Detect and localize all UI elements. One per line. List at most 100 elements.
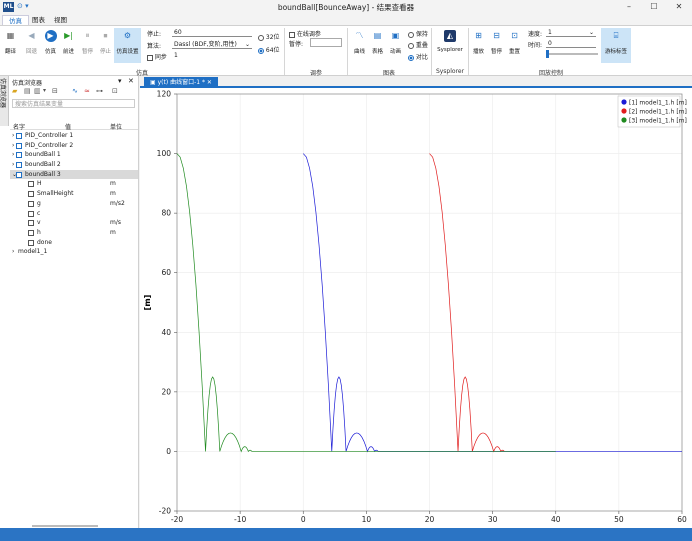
tree-row[interactable]: › PID_Controller 2	[10, 141, 138, 151]
tree-row[interactable]: ⌄ boundBall 3	[10, 169, 138, 180]
tree-row[interactable]: › boundBall 2	[10, 160, 138, 170]
tree-row[interactable]: › model1_1	[10, 247, 138, 257]
time-slider-track[interactable]	[546, 53, 598, 55]
curve-button[interactable]: 〽 曲线	[350, 28, 369, 63]
tab-plot-window[interactable]: ▣ y(t) 曲线窗口-1 * ✕	[144, 77, 218, 88]
variable-checkbox[interactable]	[28, 210, 34, 217]
col-name[interactable]: 名字	[13, 122, 25, 131]
side-tab-browser[interactable]: 仿真浏览器	[0, 76, 9, 126]
legend-marker	[621, 108, 627, 114]
radio-compare[interactable]: 对比	[408, 52, 428, 61]
panel-menu-icon[interactable]: ▾	[118, 77, 122, 85]
chevron-right-icon[interactable]: ›	[12, 131, 14, 141]
radio-64bit-circle[interactable]	[258, 47, 264, 54]
tree-row[interactable]: SmallHeight m	[10, 189, 138, 199]
chevron-right-icon[interactable]: ›	[12, 150, 14, 160]
fold-icon[interactable]: ⊟	[52, 87, 58, 95]
time-input[interactable]: 0	[546, 39, 596, 48]
step-back-icon: ◀	[28, 31, 35, 40]
radio-64bit[interactable]: 64位	[258, 45, 280, 54]
col-value[interactable]: 值	[65, 122, 71, 131]
tree-row[interactable]: g m/s2	[10, 199, 138, 209]
menu-view[interactable]: 视图	[48, 15, 73, 25]
curve-red-icon[interactable]: ≈	[84, 87, 90, 95]
radio-compare-circle[interactable]	[408, 54, 414, 61]
pause-tune-input[interactable]	[310, 38, 342, 47]
chevron-right-icon[interactable]: ›	[12, 247, 14, 257]
play-record-button[interactable]: ⊞ 播放	[469, 28, 488, 63]
step-back-button[interactable]: ◀ 回退	[22, 28, 41, 63]
variable-checkbox[interactable]	[28, 200, 34, 207]
export-icon[interactable]: ⊡	[112, 87, 118, 95]
tree-row[interactable]: c	[10, 209, 138, 219]
list-icon[interactable]: ▤	[24, 87, 31, 95]
variable-search-input[interactable]: 搜索仿真结果变量	[12, 99, 135, 108]
plot-icon[interactable]: ∿	[72, 87, 78, 95]
tree-row[interactable]: v m/s	[10, 218, 138, 228]
tree-row-name: H	[37, 180, 42, 188]
tree-row[interactable]: › boundBall 1	[10, 150, 138, 160]
chevron-right-icon[interactable]: ›	[12, 160, 14, 170]
stop-button[interactable]: ⏹ 停止	[96, 28, 115, 63]
folder-icon[interactable]: ▰	[12, 87, 17, 95]
y-tick-label: 100	[157, 149, 172, 158]
minimize-icon[interactable]: –	[618, 1, 640, 13]
tree-row-name: PID_Controller 1	[25, 132, 74, 139]
sysplorer-button[interactable]: ◭ Sysplorer	[436, 28, 464, 63]
tree-header: 名字 值 单位	[10, 121, 138, 131]
radio-keep-circle[interactable]	[408, 31, 414, 38]
maximize-icon[interactable]: ☐	[643, 1, 665, 13]
online-tune-checkbox[interactable]	[289, 31, 295, 38]
horizontal-scrollbar[interactable]	[32, 525, 98, 527]
tree-row[interactable]: hm	[10, 228, 138, 238]
chart[interactable]: -20 -10 0 10 20 30 40 50 60 -20 0 20 40 60 80 100 120 [m]…	[140, 88, 692, 528]
col-unit[interactable]: 单位	[110, 122, 122, 131]
animation-button[interactable]: ▣ 动画	[386, 28, 405, 63]
simulate-button[interactable]: ▶ 仿真	[41, 28, 60, 63]
tree-row[interactable]: › PID_Controller 1	[10, 131, 138, 141]
cursor-label-button[interactable]: ⌸ 游标标签	[601, 28, 631, 63]
dropdown-icon[interactable]: ▾	[43, 87, 46, 94]
time-slider-thumb[interactable]	[546, 50, 549, 58]
tree-row[interactable]: Hm	[10, 179, 138, 189]
model-icon	[16, 142, 22, 149]
translate-button[interactable]: ▦ 翻译	[1, 28, 20, 63]
close-icon[interactable]: ✕	[207, 79, 212, 86]
table-button[interactable]: ▤ 表格	[368, 28, 387, 63]
filter-icon[interactable]: ▥	[34, 87, 41, 95]
variable-checkbox[interactable]	[28, 239, 34, 246]
chevron-right-icon[interactable]: ›	[12, 141, 14, 151]
radio-overlay[interactable]: 重叠	[408, 40, 428, 49]
pause-button[interactable]: ⏸ 暂停	[78, 28, 97, 63]
pause-record-button[interactable]: ⊟ 暂停	[487, 28, 506, 63]
link-icon[interactable]: ⊶	[96, 87, 103, 95]
radio-32bit-circle[interactable]	[258, 34, 264, 41]
sim-settings-button[interactable]: ⚙ 仿真设置	[114, 28, 141, 63]
speed-select[interactable]: 1 ⌄	[546, 28, 596, 37]
play-record-icon: ⊞	[475, 31, 482, 40]
sync-checkbox[interactable]	[147, 54, 153, 61]
menu-simulation[interactable]: 仿真	[2, 15, 29, 25]
variable-checkbox[interactable]	[28, 181, 34, 188]
tree-row[interactable]: done	[10, 238, 138, 248]
legend-marker	[621, 99, 627, 105]
algorithm-select[interactable]: Dassl (BDF,变阶,用性) ⌄	[172, 40, 252, 49]
reset-button[interactable]: ⊡ 重置	[505, 28, 524, 63]
close-icon[interactable]: ✕	[668, 1, 690, 13]
tree-row-name: boundBall 2	[25, 161, 61, 169]
browser-toolbar: ▰ ▤ ▥ ▾ ⊟ ∿ ≈ ⊶ ⊡	[12, 87, 137, 97]
variable-checkbox[interactable]	[28, 229, 34, 236]
radio-overlay-circle[interactable]	[408, 42, 414, 49]
variable-checkbox[interactable]	[28, 220, 34, 227]
stop-time-input[interactable]: 60	[172, 28, 252, 37]
panel-close-icon[interactable]: ✕	[128, 77, 134, 85]
plot-area[interactable]: -20 -10 0 10 20 30 40 50 60 -20 0 20 40 60 80 100 120 [m]…	[140, 88, 692, 528]
step-forward-button[interactable]: ▶| 前进	[59, 28, 78, 63]
radio-keep[interactable]: 保持	[408, 29, 428, 38]
tree-row-name: boundBall 3	[25, 170, 61, 178]
radio-32bit[interactable]: 32位	[258, 32, 280, 41]
variable-checkbox[interactable]	[28, 191, 34, 198]
tree-row-name: boundBall 1	[25, 151, 61, 159]
x-tick-label: 60	[677, 515, 687, 524]
y-tick-label: 40	[161, 328, 171, 337]
